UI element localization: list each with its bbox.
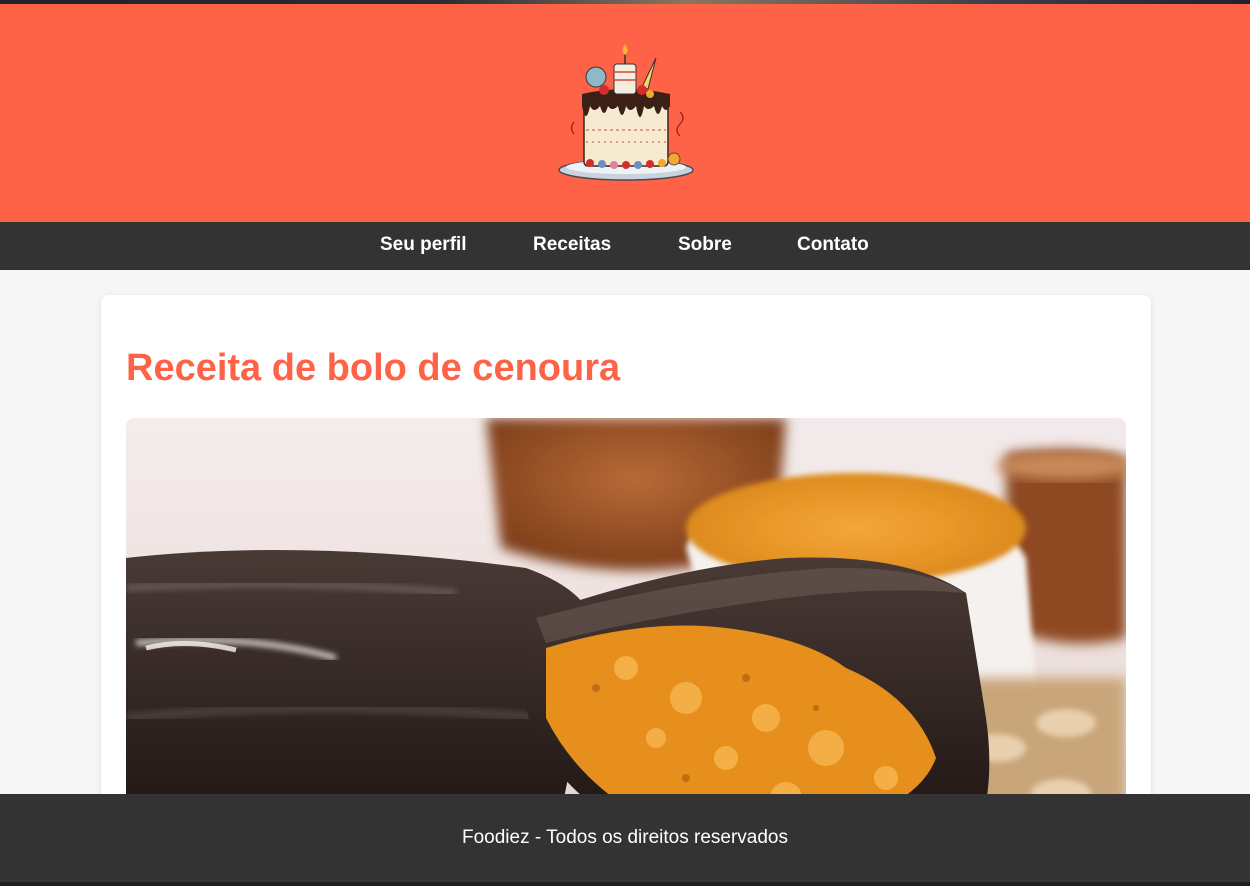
birthday-cake-icon[interactable] — [556, 42, 696, 187]
recipe-photo — [126, 418, 1126, 838]
carrot-cake-photo-image — [126, 418, 1126, 838]
header-banner — [0, 4, 1250, 222]
nav-link-receitas[interactable]: Receitas — [533, 234, 611, 256]
nav-link-sobre[interactable]: Sobre — [678, 234, 732, 256]
main-nav: Seu perfil Receitas Sobre Contato — [0, 222, 1250, 270]
nav-link-contato[interactable]: Contato — [797, 234, 869, 256]
nav-link-seu-perfil[interactable]: Seu perfil — [380, 234, 467, 256]
footer: Foodiez - Todos os direitos reservados — [0, 794, 1250, 882]
recipe-card: Receita de bolo de cenoura — [101, 295, 1151, 855]
footer-copyright-text: Foodiez - Todos os direitos reservados — [462, 827, 788, 848]
recipe-title: Receita de bolo de cenoura — [126, 347, 621, 389]
bottom-edge-line — [0, 882, 1250, 886]
